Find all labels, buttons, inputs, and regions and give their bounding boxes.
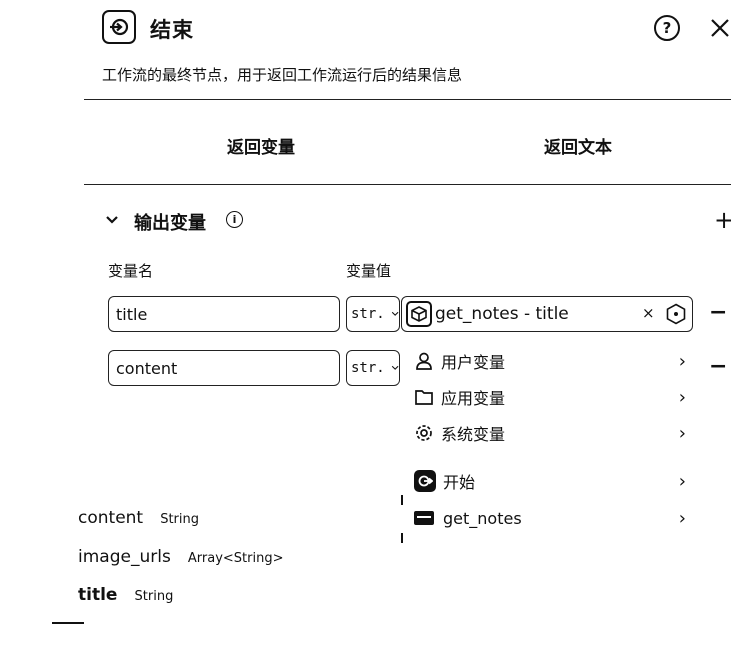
type-select-value: str. (351, 360, 385, 376)
menu-item-label: 用户变量 (441, 353, 506, 372)
variable-name-value: title (116, 304, 148, 324)
panel-title: 结束 (150, 18, 194, 42)
divider (401, 533, 403, 543)
chevron-down-icon (391, 311, 399, 316)
variable-name: title (78, 585, 118, 605)
tab-return-variables[interactable]: 返回变量 (227, 133, 295, 158)
remove-variable-button[interactable]: − (709, 300, 727, 325)
menu-item-user-variables[interactable]: 用户变量 › (414, 348, 686, 374)
variable-name-input[interactable]: title (108, 296, 340, 332)
variable-value-ref[interactable]: get_notes - title × (401, 296, 693, 332)
variable-list-item[interactable]: content String (78, 508, 199, 528)
chevron-down-icon (391, 365, 399, 370)
variable-type: String (134, 589, 174, 604)
variable-value-text: get_notes - title (435, 304, 569, 324)
panel-description: 工作流的最终节点，用于返回工作流运行后的结果信息 (102, 66, 463, 84)
end-node-icon (102, 10, 136, 44)
divider (84, 184, 731, 185)
menu-item-system-variables[interactable]: 系统变量 › (414, 420, 686, 446)
remove-variable-button[interactable]: − (709, 354, 727, 379)
start-node-icon (414, 470, 436, 492)
variable-name: content (78, 508, 144, 528)
variable-type: String (160, 512, 199, 527)
divider (52, 622, 84, 624)
menu-item-label: 应用变量 (441, 389, 506, 408)
col-label-value: 变量值 (346, 262, 392, 280)
variable-list-item[interactable]: image_urls Array<String> (78, 547, 284, 567)
divider (401, 495, 403, 505)
menu-item-label: 开始 (443, 473, 476, 492)
menu-item-app-variables[interactable]: 应用变量 › (414, 384, 686, 410)
menu-item-label: get_notes (443, 508, 522, 528)
variable-type: Array<String> (187, 551, 284, 566)
section-title-output: 输出变量 (134, 213, 206, 234)
variable-name: image_urls (78, 547, 171, 567)
add-variable-button[interactable]: + (714, 206, 731, 234)
menu-item-start-node[interactable]: 开始 › (414, 468, 686, 494)
chevron-down-icon[interactable] (104, 212, 120, 228)
gear-icon (416, 425, 432, 441)
chevron-right-icon: › (678, 422, 686, 444)
divider (84, 99, 731, 100)
variable-list-item[interactable]: title String (78, 585, 173, 605)
menu-item-label: 系统变量 (441, 425, 506, 444)
info-icon: i (226, 211, 243, 228)
chevron-right-icon: › (678, 470, 686, 492)
type-select-value: str. (351, 306, 385, 322)
user-icon (416, 352, 432, 370)
type-select[interactable]: str. (346, 296, 400, 332)
tab-return-text[interactable]: 返回文本 (544, 133, 612, 158)
variable-name-value: content (116, 358, 178, 378)
variable-picker-icon[interactable] (665, 303, 687, 325)
close-icon[interactable] (707, 15, 731, 41)
folder-icon (415, 390, 433, 405)
type-select[interactable]: str. (346, 350, 400, 386)
plugin-icon (414, 511, 434, 525)
col-label-name: 变量名 (108, 262, 154, 280)
chevron-right-icon: › (678, 507, 686, 529)
question-circle-icon[interactable]: ? (654, 15, 680, 41)
menu-item-get-notes[interactable]: get_notes › (414, 505, 686, 531)
chevron-right-icon: › (678, 350, 686, 372)
clear-icon[interactable]: × (642, 304, 655, 322)
variable-name-input[interactable]: content (108, 350, 340, 386)
chevron-right-icon: › (678, 386, 686, 408)
plugin-node-icon (406, 301, 432, 327)
